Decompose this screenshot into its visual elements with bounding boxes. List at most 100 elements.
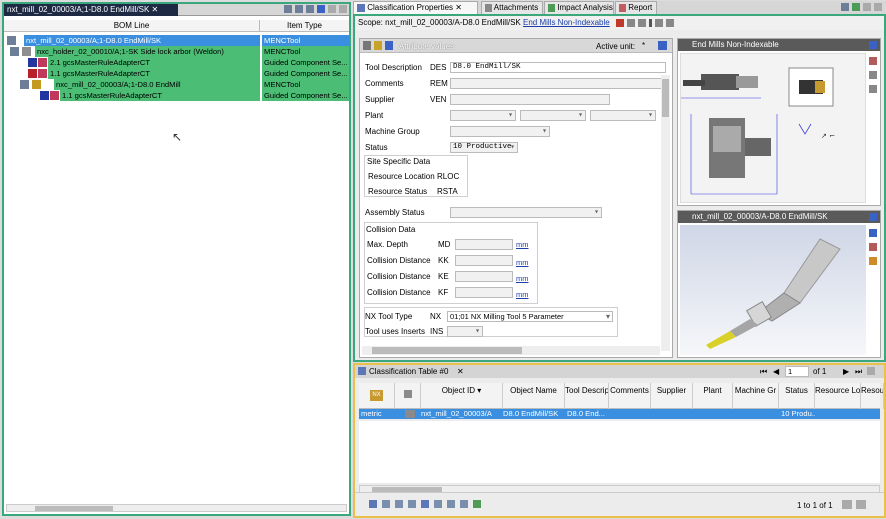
- page-size-icon[interactable]: [842, 500, 852, 509]
- unit-link[interactable]: mm: [516, 274, 529, 283]
- minimize-icon[interactable]: [867, 367, 875, 375]
- attribute-horizontal-scrollbar[interactable]: [362, 346, 660, 355]
- save-icon[interactable]: [374, 41, 382, 50]
- toolbar-icon[interactable]: [421, 500, 429, 508]
- bom-row[interactable]: nxt_mill_02_00003/A;1-D8.0 EndMill/SK ME…: [4, 35, 349, 46]
- paste-icon[interactable]: [637, 18, 646, 27]
- scrollbar-thumb[interactable]: [35, 506, 113, 511]
- col-item-type[interactable]: Item Type: [262, 20, 347, 32]
- scrollbar-thumb[interactable]: [372, 347, 522, 354]
- max-depth-field[interactable]: [455, 239, 513, 250]
- collision-distance-ke-field[interactable]: [455, 271, 513, 282]
- edit-icon[interactable]: [363, 41, 371, 50]
- refresh-icon[interactable]: [385, 41, 393, 50]
- nx-tool-type-dropdown[interactable]: 01;01 NX Milling Tool 5 Parameter: [447, 311, 613, 322]
- expand-icon[interactable]: [654, 18, 663, 27]
- next-page-icon[interactable]: ▶: [843, 367, 849, 376]
- edit-icon[interactable]: [869, 57, 877, 65]
- col-status[interactable]: Status: [779, 383, 815, 409]
- col-resource-status[interactable]: Resou: [861, 383, 884, 409]
- close-icon[interactable]: ✕: [457, 367, 464, 376]
- col-flag[interactable]: [395, 383, 421, 409]
- unit-toggle-icon[interactable]: [658, 41, 667, 50]
- tab-attachments[interactable]: Attachments: [481, 1, 543, 14]
- toolbar-icon[interactable]: [382, 500, 390, 508]
- delete-icon[interactable]: [615, 18, 624, 27]
- col-object-id[interactable]: Object ID ▾: [421, 383, 503, 409]
- toolbar-icon[interactable]: [447, 500, 455, 508]
- bom-row[interactable]: nxc_holder_02_00010/A;1-SK Side lock arb…: [4, 46, 349, 57]
- toolbar-icon[interactable]: [317, 5, 325, 13]
- col-supplier[interactable]: Supplier: [651, 383, 693, 409]
- col-comments[interactable]: Comments: [609, 383, 651, 409]
- unit-link[interactable]: mm: [516, 290, 529, 299]
- toolbar-icon[interactable]: [841, 3, 849, 11]
- plant-dropdown-1[interactable]: [450, 110, 516, 121]
- bom-row[interactable]: nxc_mill_02_00003/A;1-D8.0 EndMill MENCT…: [4, 79, 349, 90]
- panel-menu-icon[interactable]: [869, 41, 877, 49]
- hand-icon[interactable]: [869, 257, 877, 265]
- toolbar-icon[interactable]: [473, 500, 481, 508]
- edit-icon[interactable]: [869, 243, 877, 251]
- col-machine-group[interactable]: Machine Gr: [733, 383, 779, 409]
- tab-classification-properties[interactable]: Classification Properties ✕: [353, 1, 478, 14]
- maximize-icon[interactable]: [874, 3, 882, 11]
- close-icon[interactable]: ✕: [152, 5, 159, 14]
- maximize-icon[interactable]: [339, 5, 347, 13]
- assembly-status-dropdown[interactable]: [450, 207, 602, 218]
- tab-report[interactable]: Report: [615, 1, 657, 14]
- bom-table-header: BOM Line Item Type: [4, 20, 349, 32]
- toolbar-icon[interactable]: [460, 500, 468, 508]
- bom-tab[interactable]: nxt_mill_02_00003/A;1-D8.0 EndMill/SK ✕: [4, 4, 178, 16]
- first-page-icon[interactable]: ⏮: [760, 367, 767, 377]
- comments-field[interactable]: [450, 78, 666, 89]
- attribute-vertical-scrollbar[interactable]: [661, 75, 670, 351]
- last-page-icon[interactable]: ⏭: [855, 367, 862, 377]
- plant-dropdown-3[interactable]: [590, 110, 656, 121]
- toolbar-icon[interactable]: [284, 5, 292, 13]
- plant-dropdown-2[interactable]: [520, 110, 586, 121]
- minimize-icon[interactable]: [328, 5, 336, 13]
- edit-icon[interactable]: [869, 71, 877, 79]
- unit-link[interactable]: mm: [516, 240, 529, 249]
- toolbar-icon[interactable]: [306, 5, 314, 13]
- machine-group-dropdown[interactable]: [450, 126, 550, 137]
- collision-distance-kf-field[interactable]: [455, 287, 513, 298]
- collapse-icon[interactable]: [665, 18, 674, 27]
- minimize-icon[interactable]: [863, 3, 871, 11]
- bom-row[interactable]: 1.1 gcsMasterRuleAdapterCT Guided Compon…: [4, 90, 349, 101]
- col-object-name[interactable]: Object Name: [503, 383, 565, 409]
- page-number-input[interactable]: 1: [785, 366, 809, 377]
- tab-impact-analysis[interactable]: Impact Analysis: [544, 1, 614, 14]
- toolbar-icon[interactable]: [395, 500, 403, 508]
- toolbar-icon[interactable]: [369, 500, 377, 508]
- bom-horizontal-scrollbar[interactable]: [6, 504, 347, 512]
- bom-row[interactable]: 1.1 gcsMasterRuleAdapterCT Guided Compon…: [4, 68, 349, 79]
- edit-icon[interactable]: [869, 85, 877, 93]
- supplier-field[interactable]: [450, 94, 610, 105]
- copy-icon[interactable]: [626, 18, 635, 27]
- share-icon[interactable]: [869, 229, 877, 237]
- collision-distance-kk-field[interactable]: [455, 255, 513, 266]
- col-nx-icon[interactable]: NX: [359, 383, 395, 409]
- toolbar-icon[interactable]: [408, 500, 416, 508]
- toolbar-icon[interactable]: [295, 5, 303, 13]
- prev-page-icon[interactable]: ◀: [773, 367, 779, 376]
- bom-row[interactable]: 2.1 gcsMasterRuleAdapterCT Guided Compon…: [4, 57, 349, 68]
- toolbar-icon[interactable]: [434, 500, 442, 508]
- active-unit-value[interactable]: *: [642, 41, 645, 50]
- toolbar-icon[interactable]: [852, 3, 860, 11]
- unit-link[interactable]: mm: [516, 258, 529, 267]
- page-size-icon[interactable]: [856, 500, 866, 509]
- tool-inserts-dropdown[interactable]: [447, 326, 483, 337]
- col-plant[interactable]: Plant: [693, 383, 733, 409]
- table-row[interactable]: metric nxt_mill_02_00003/A D8.0 EndMill/…: [359, 409, 880, 419]
- scope-class-link[interactable]: End Mills Non-Indexable: [523, 18, 610, 27]
- tool-description-field[interactable]: D8.0 EndMill/SK: [450, 62, 666, 73]
- scrollbar-thumb[interactable]: [662, 79, 669, 117]
- col-tool-description[interactable]: Tool Description: [565, 383, 609, 409]
- panel-menu-icon[interactable]: [869, 213, 877, 221]
- col-resource-location[interactable]: Resource Lo: [815, 383, 861, 409]
- status-dropdown[interactable]: 10 Productive: [450, 142, 518, 153]
- col-bom-line[interactable]: BOM Line: [4, 20, 260, 32]
